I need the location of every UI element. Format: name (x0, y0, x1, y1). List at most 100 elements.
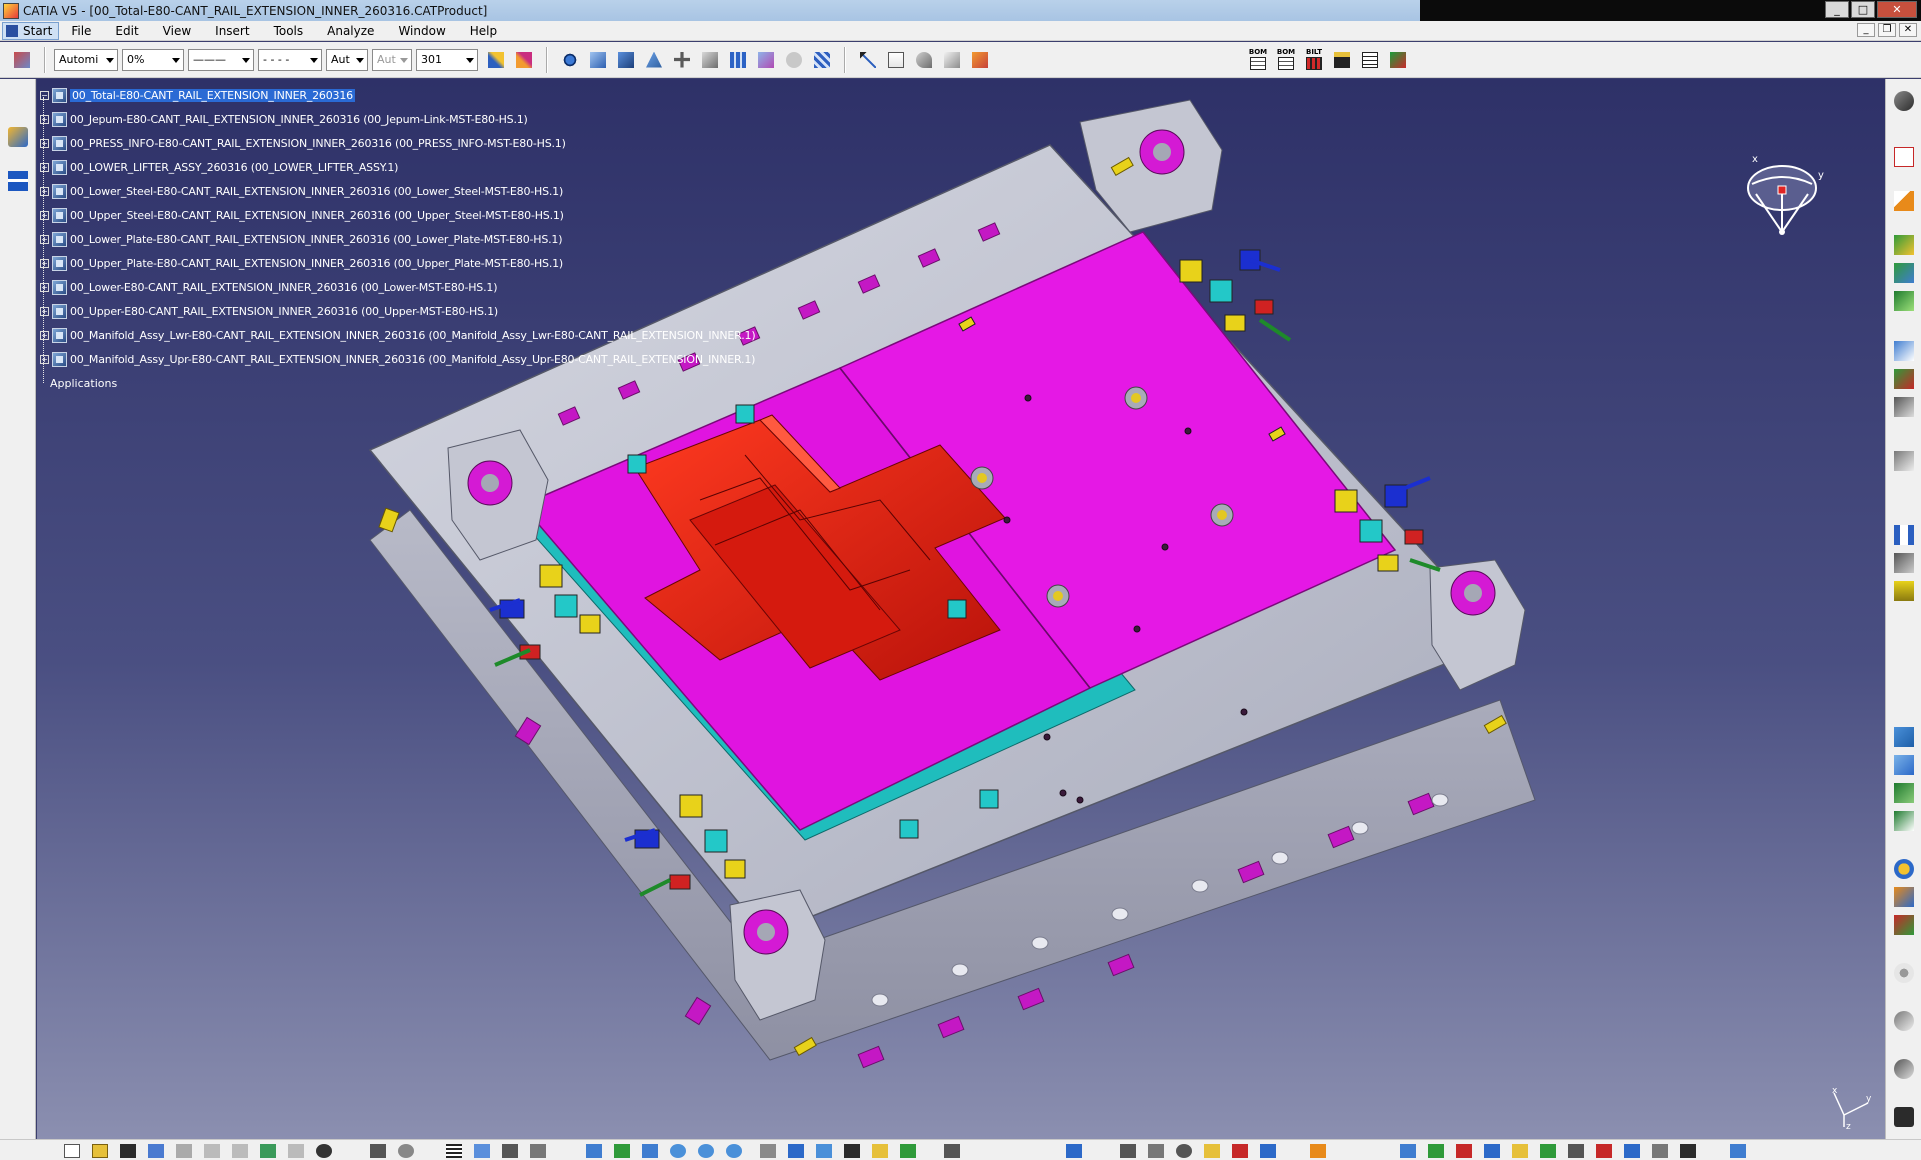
paste-icon[interactable] (232, 1144, 248, 1158)
start-menu-button[interactable]: Start (2, 21, 60, 40)
measure-between-icon[interactable] (857, 49, 879, 71)
tree-root-node[interactable]: − 00_Total-E80-CANT_RAIL_EXTENSION_INNER… (40, 86, 355, 104)
replace-component-icon[interactable] (1894, 291, 1914, 311)
normal-view-icon[interactable] (699, 49, 721, 71)
tree-node[interactable]: + 00_Jepum-E80-CANT_RAIL_EXTENSION_INNER… (40, 110, 528, 128)
tree-node[interactable]: + 00_LOWER_LIFTER_ASSY_260316 (00_LOWER_… (40, 158, 398, 176)
compass-widget[interactable]: x y (1738, 150, 1828, 240)
cut-icon[interactable] (176, 1144, 192, 1158)
swap-space-icon[interactable] (872, 1144, 888, 1158)
save-icon[interactable] (120, 1144, 136, 1158)
minimize-button[interactable]: _ (1825, 1, 1849, 18)
measure-icon[interactable] (474, 1144, 490, 1158)
collapse-icon[interactable]: − (40, 90, 49, 100)
explode-icon[interactable] (1894, 397, 1914, 417)
rotate-bottom-icon[interactable] (670, 1144, 686, 1158)
bom-list-button[interactable]: BOM (1275, 48, 1297, 72)
tools-icon[interactable] (1120, 1144, 1136, 1158)
fly-mode-icon[interactable] (586, 1144, 602, 1158)
fx-formula-icon[interactable] (370, 1144, 386, 1158)
tree-node[interactable]: + 00_Upper-E80-CANT_RAIL_EXTENSION_INNER… (40, 302, 498, 320)
open-folder-icon[interactable] (92, 1144, 108, 1158)
options-icon[interactable] (1148, 1144, 1164, 1158)
menu-analyze[interactable]: Analyze (315, 24, 386, 38)
tree-toggle-icon[interactable] (8, 171, 28, 191)
select-arrow-icon[interactable] (1894, 191, 1914, 211)
manipulation-icon[interactable] (1066, 1144, 1082, 1158)
search-icon[interactable] (1260, 1144, 1276, 1158)
assembly-new-icon[interactable] (1894, 235, 1914, 255)
settings-icon[interactable] (1176, 1144, 1192, 1158)
pan-icon[interactable] (671, 49, 693, 71)
tree-node[interactable]: + 00_Upper_Steel-E80-CANT_RAIL_EXTENSION… (40, 206, 564, 224)
bom-button[interactable]: BOM (1247, 48, 1269, 72)
update-icon[interactable] (1428, 1144, 1444, 1158)
menu-help[interactable]: Help (458, 24, 509, 38)
fix-icon[interactable] (1894, 581, 1914, 601)
line-thickness-combo[interactable]: - - - - (258, 48, 322, 71)
tree-node[interactable]: + 00_Manifold_Assy_Lwr-E80-CANT_RAIL_EXT… (40, 326, 756, 344)
swap-visible-icon[interactable] (783, 49, 805, 71)
expand-icon[interactable]: + (40, 114, 49, 124)
spell-check-icon[interactable] (885, 49, 907, 71)
undo-icon[interactable] (260, 1144, 276, 1158)
sectioning-3d-icon[interactable] (1894, 915, 1914, 935)
constraint-icon[interactable] (1894, 451, 1914, 471)
constraint-bottom-icon[interactable] (1400, 1144, 1416, 1158)
clash-check-icon[interactable] (1894, 887, 1914, 907)
tree-node[interactable]: + 00_Lower-E80-CANT_RAIL_EXTENSION_INNER… (40, 278, 497, 296)
catia-app-icon[interactable] (3, 2, 19, 19)
expand-icon[interactable]: + (40, 162, 49, 172)
explode-bottom-icon[interactable] (1512, 1144, 1528, 1158)
cube-view-icon[interactable] (587, 49, 609, 71)
sectioning-icon[interactable] (941, 49, 963, 71)
expand-icon[interactable]: + (40, 138, 49, 148)
hide-show-icon[interactable] (755, 49, 777, 71)
doc-minimize-button[interactable]: _ (1857, 23, 1875, 37)
normal-view-bottom-icon[interactable] (760, 1144, 776, 1158)
save-disk-icon[interactable] (1331, 49, 1353, 71)
report-icon[interactable] (1596, 1144, 1612, 1158)
expand-icon[interactable]: + (40, 330, 49, 340)
multi-view-icon[interactable] (727, 49, 749, 71)
macro-icon[interactable] (1204, 1144, 1220, 1158)
maximize-button[interactable]: □ (1851, 1, 1875, 18)
menu-file[interactable]: File (59, 24, 103, 38)
snap-bottom-icon[interactable] (1484, 1144, 1500, 1158)
publication-icon[interactable] (1310, 1144, 1326, 1158)
orbit-icon[interactable] (1894, 1059, 1914, 1079)
material-icon[interactable] (502, 1144, 518, 1158)
manipulate-icon[interactable] (1894, 341, 1914, 361)
expand-icon[interactable]: + (40, 306, 49, 316)
export-icon[interactable] (1387, 49, 1409, 71)
knowledge-icon[interactable] (398, 1144, 414, 1158)
generate-icon[interactable] (1624, 1144, 1640, 1158)
product-icon[interactable] (11, 49, 33, 71)
painter-icon[interactable] (485, 49, 507, 71)
expand-icon[interactable]: + (40, 210, 49, 220)
fit-all-icon[interactable] (559, 49, 581, 71)
grid-table-icon[interactable] (1359, 49, 1381, 71)
expand-icon[interactable]: + (40, 282, 49, 292)
hide-show-bottom-icon[interactable] (844, 1144, 860, 1158)
table-icon[interactable] (1568, 1144, 1584, 1158)
grid-bottom-icon[interactable] (1680, 1144, 1696, 1158)
graph-tree-icon[interactable] (1894, 963, 1914, 983)
tree-applications-node[interactable]: Applications (50, 374, 117, 392)
camera-icon[interactable] (1894, 1107, 1914, 1127)
shading-icon[interactable] (615, 49, 637, 71)
bilt-button[interactable]: BILT (1303, 48, 1325, 72)
zoom-in-icon[interactable] (698, 1144, 714, 1158)
print-icon[interactable] (148, 1144, 164, 1158)
close-button[interactable]: ✕ (1877, 1, 1917, 18)
menu-window[interactable]: Window (386, 24, 457, 38)
distance-icon[interactable] (1894, 525, 1914, 545)
gear-icon[interactable] (1894, 91, 1914, 111)
menu-insert[interactable]: Insert (203, 24, 261, 38)
analyze-icon[interactable] (1652, 1144, 1668, 1158)
layer-combo[interactable]: 301 (416, 48, 478, 71)
multi-view-bottom-icon[interactable] (944, 1144, 960, 1158)
rotate-icon[interactable] (643, 49, 665, 71)
tree-node[interactable]: + 00_PRESS_INFO-E80-CANT_RAIL_EXTENSION_… (40, 134, 566, 152)
expand-icon[interactable]: + (40, 354, 49, 364)
